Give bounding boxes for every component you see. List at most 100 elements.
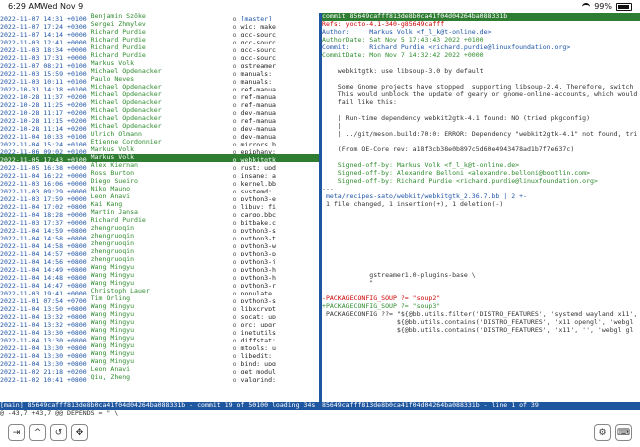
commit-date: 2022-11-04 13:30 +0800 <box>0 328 87 335</box>
commit-row[interactable]: 2022-11-05 16:38 +0000 Alex Kiernan o ru… <box>0 162 319 170</box>
commit-row[interactable]: 2022-10-31 14:18 +0100 Michael Opdenacke… <box>0 84 319 92</box>
detail-line: --- <box>322 185 334 193</box>
commit-row[interactable]: 2022-11-04 14:58 +0800 zhengruoqin o pyt… <box>0 240 319 248</box>
commit-row[interactable]: 2022-11-04 13:30 +0800 Wang Mingyu o dif… <box>0 335 319 343</box>
commit-row[interactable]: 2022-11-04 13:30 +0800 Wang Mingyu o lib… <box>0 350 319 358</box>
commit-row[interactable]: 2022-11-03 09:29 +0000 Niko Mauno o syst… <box>0 186 319 194</box>
graph-node: o <box>232 226 241 233</box>
commit-row[interactable]: 2022-11-03 17:31 +0000 Richard Purdie o … <box>0 52 319 60</box>
commit-row[interactable]: 2022-11-02 10:41 +0800 Qiu, Zheng o valg… <box>0 374 319 382</box>
commit-row[interactable]: 2022-11-04 15:24 +0100 Etienne Cordonnie… <box>0 139 319 147</box>
commit-row[interactable]: 2022-11-04 14:58 +0800 zhengruoqin o pyt… <box>0 233 319 241</box>
commit-row[interactable]: 2022-11-04 13:30 +0800 Wang Mingyu o mto… <box>0 342 319 350</box>
commit-row[interactable]: 2022-11-03 17:37 +0000 Richard Purdie o … <box>0 217 319 225</box>
commit-author: zhengruoqin <box>90 256 135 264</box>
commit-author: Wang Mingyu <box>90 303 135 311</box>
commit-author: Tim Orling <box>90 295 131 303</box>
commit-row[interactable]: 2022-11-03 17:59 +0000 Leon Anavi o pyth… <box>0 193 319 201</box>
terminal[interactable]: 2022-11-07 14:31 +0100 Benjamin Szőke o … <box>0 13 640 417</box>
commit-author: Paulo Neves <box>90 75 135 83</box>
commit-row[interactable]: 2022-11-03 15:59 +0100 Michael Opdenacke… <box>0 68 319 76</box>
commit-row[interactable]: 2022-11-04 14:48 +0800 Wang Mingyu o pyt… <box>0 272 319 280</box>
commit-row[interactable]: 2022-11-07 14:14 +0000 Richard Purdie o … <box>0 29 319 37</box>
detail-line: ${@bb.utils.contains('DISTRO_FEATURES', … <box>322 318 634 326</box>
commit-row[interactable]: 2022-10-28 11:25 +0200 Michael Opdenacke… <box>0 99 319 107</box>
commit-subject: manuals: <box>240 77 276 84</box>
detail-line <box>322 240 640 248</box>
commit-subject: insane: a <box>240 171 276 178</box>
graph-node: o <box>232 281 241 288</box>
commit-row[interactable]: 2022-11-04 17:02 +0800 Kai Kang o libuv:… <box>0 201 319 209</box>
commit-author: Michael Opdenacker <box>90 99 162 107</box>
keyboard-toolbar: ⇥ ^ ↺ ✥ ⚙ ⌨ <box>0 420 640 447</box>
status-time: 6:29 AM <box>8 2 41 11</box>
settings-button[interactable]: ⚙ <box>594 424 611 441</box>
commit-row[interactable]: 2022-11-04 16:22 +0000 Ross Burton o ins… <box>0 170 319 178</box>
commit-date: 2022-10-28 11:15 +0200 <box>0 116 87 123</box>
commit-row[interactable]: 2022-11-04 14:57 +0800 zhengruoqin o pyt… <box>0 248 319 256</box>
commit-row[interactable]: 2022-11-06 09:02 +0100 Markus Volk o epi… <box>0 146 319 154</box>
graph-node: o <box>232 273 241 280</box>
commit-row[interactable]: 2022-11-03 12:41 +0000 Richard Purdie o … <box>0 37 319 45</box>
commit-row[interactable]: 2022-11-03 10:11 +0100 Paulo Neves o man… <box>0 76 319 84</box>
commit-row[interactable]: 2022-11-07 14:31 +0100 Benjamin Szőke o … <box>0 13 319 21</box>
commit-row[interactable]: 2022-11-04 14:56 +0800 zhengruoqin o pyt… <box>0 256 319 264</box>
commit-row[interactable]: 2022-11-03 16:06 +0000 Diego Sueiro o ke… <box>0 178 319 186</box>
commit-date: 2022-11-04 10:33 +0100 <box>0 132 87 139</box>
keyboard-button[interactable]: ⌨ <box>615 424 632 441</box>
commit-row[interactable]: 2022-11-04 13:32 +0800 Wang Mingyu o soc… <box>0 311 319 319</box>
commit-author: Wang Mingyu <box>90 350 135 358</box>
up-arrow-button[interactable]: ^ <box>29 424 46 441</box>
commit-author: Qiu, Zheng <box>90 373 131 381</box>
commit-detail-pane[interactable]: commit 85649cafff813de8b0ca41f04d04264ba… <box>322 13 640 402</box>
commit-subject: python3-h <box>240 273 276 280</box>
commit-row[interactable]: 2022-11-04 13:30 +0800 Wang Mingyu o bin… <box>0 358 319 366</box>
commit-log-pane[interactable]: 2022-11-07 14:31 +0100 Benjamin Szőke o … <box>0 13 319 402</box>
graph-node: o <box>232 320 241 327</box>
commit-row[interactable]: 2022-10-28 11:17 +0200 Michael Opdenacke… <box>0 107 319 115</box>
commit-row[interactable]: 2022-11-07 17:24 +0300 Sergei Zhmylev o … <box>0 21 319 29</box>
detail-line: | ../git/meson.build:70:0: ERROR: Depend… <box>322 130 638 138</box>
commit-row[interactable]: 2022-11-04 13:30 +0800 Wang Mingyu o ine… <box>0 327 319 335</box>
graph-node: o <box>232 367 241 374</box>
detail-line: Some Gnome projects have stopped support… <box>322 83 634 91</box>
command-line: @ -43,7 +43,7 @@ DEPENDS = " \ <box>0 409 119 417</box>
commit-row-selected[interactable]: 2022-11-05 17:43 +0100 Markus Volk o web… <box>0 154 319 163</box>
status-date: Wed Nov 9 <box>40 2 84 11</box>
commit-date: 2022-11-04 14:48 +0800 <box>0 273 87 280</box>
detail-line: fail like this: <box>322 99 397 107</box>
detail-line: AuthorDate: Sat Nov 5 17:43:43 2022 +010… <box>322 36 484 44</box>
commit-author: Ross Burton <box>90 169 135 177</box>
commit-row[interactable]: 2022-11-04 13:50 +0800 Wang Mingyu o lib… <box>0 303 319 311</box>
commit-row[interactable]: 2022-10-28 11:14 +0200 Michael Opdenacke… <box>0 123 319 131</box>
commit-row[interactable]: 2022-10-28 11:15 +0200 Michael Opdenacke… <box>0 115 319 123</box>
commit-row[interactable]: 2022-10-28 11:37 +0200 Michael Opdenacke… <box>0 91 319 99</box>
commit-subject: get_modul <box>240 367 276 374</box>
commit-row[interactable]: 2022-11-02 21:18 +0200 Leon Anavi o get_… <box>0 366 319 374</box>
commit-subject: ref-manua <box>240 116 276 123</box>
commit-row[interactable]: 2022-11-03 18:34 +0000 Richard Purdie o … <box>0 44 319 52</box>
commit-author: Markus Volk <box>90 146 135 154</box>
commit-row[interactable]: 2022-11-03 19:41 +0000 Christoph Lauer o… <box>0 288 319 296</box>
commit-row[interactable]: 2022-11-07 08:21 +0100 Markus Volk o gst… <box>0 60 319 68</box>
tab-button[interactable]: ⇥ <box>8 424 25 441</box>
commit-author: Wang Mingyu <box>90 318 135 326</box>
commit-row[interactable]: 2022-11-04 14:59 +0800 zhengruoqin o pyt… <box>0 225 319 233</box>
commit-date: 2022-11-02 21:18 +0200 <box>0 367 87 374</box>
commit-row[interactable]: 2022-11-04 18:28 +0000 Martin Jansa o ca… <box>0 209 319 217</box>
commit-subject: manuals: <box>240 69 276 76</box>
commit-author: Wang Mingyu <box>90 326 135 334</box>
commit-row[interactable]: 2022-11-04 14:49 +0800 Wang Mingyu o pyt… <box>0 264 319 272</box>
commit-row[interactable]: 2022-11-01 07:54 +0700 Tim Orling o pyth… <box>0 295 319 303</box>
detail-line: PACKAGECONFIG ??= "${@bb.utils.filter('D… <box>322 311 638 319</box>
undo-button[interactable]: ↺ <box>50 424 67 441</box>
commit-date: 2022-11-07 17:24 +0300 <box>0 22 87 29</box>
commit-subject: rust: upd <box>240 163 276 170</box>
commit-author: Benjamin Szőke <box>90 13 146 20</box>
commit-row[interactable]: 2022-11-04 13:32 +0800 Wang Mingyu o orc… <box>0 319 319 327</box>
commit-row[interactable]: 2022-11-04 10:33 +0100 Ulrich Ölmann o d… <box>0 131 319 139</box>
commit-author: Martin Jansa <box>90 209 138 217</box>
move-button[interactable]: ✥ <box>71 424 88 441</box>
commit-row[interactable]: 2022-11-04 14:47 +0800 Wang Mingyu o pyt… <box>0 280 319 288</box>
commit-author: Wang Mingyu <box>90 342 135 350</box>
